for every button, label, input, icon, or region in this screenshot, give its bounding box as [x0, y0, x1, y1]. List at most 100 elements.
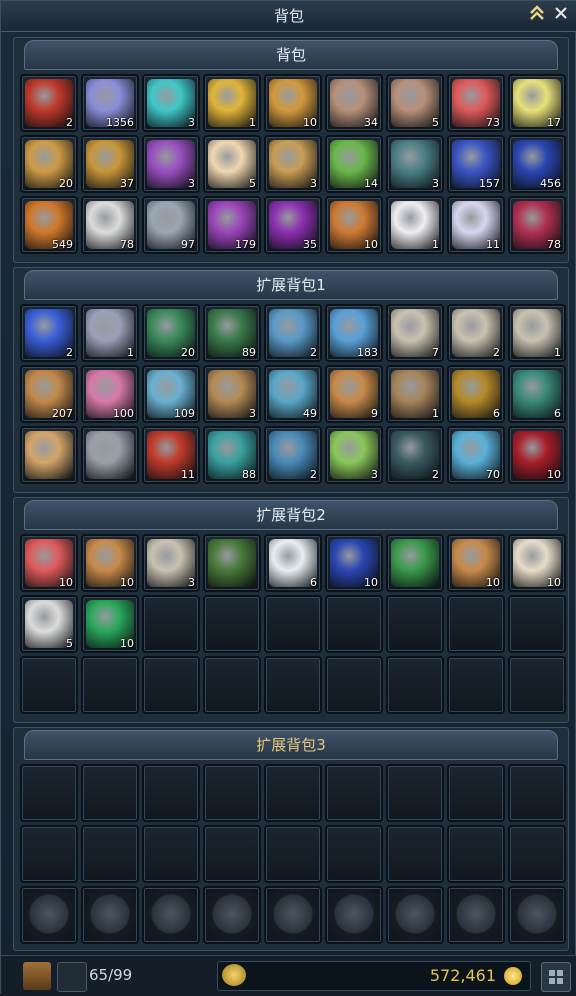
item-slot[interactable]: 207: [20, 365, 78, 423]
item-slot[interactable]: 2: [20, 304, 78, 362]
empty-slot[interactable]: [142, 656, 200, 714]
empty-slot[interactable]: [386, 656, 444, 714]
empty-slot[interactable]: [386, 764, 444, 822]
empty-slot[interactable]: [203, 595, 261, 653]
item-slot[interactable]: 2: [264, 304, 322, 362]
section-title[interactable]: 扩展背包2: [24, 500, 558, 530]
item-slot[interactable]: 10: [264, 74, 322, 132]
item-slot[interactable]: 17: [508, 74, 566, 132]
title-bar[interactable]: 背包: [1, 1, 576, 32]
item-slot[interactable]: 78: [508, 196, 566, 254]
item-slot[interactable]: 88: [203, 426, 261, 484]
empty-slot[interactable]: [386, 595, 444, 653]
empty-slot[interactable]: [20, 825, 78, 883]
item-slot[interactable]: 20: [142, 304, 200, 362]
item-slot[interactable]: 70: [447, 426, 505, 484]
section-title[interactable]: 背包: [24, 40, 558, 70]
empty-slot[interactable]: [508, 656, 566, 714]
item-slot[interactable]: 179: [203, 196, 261, 254]
locked-slot[interactable]: [508, 886, 566, 944]
item-slot[interactable]: 10: [325, 534, 383, 592]
empty-slot[interactable]: [264, 656, 322, 714]
empty-slot[interactable]: [20, 656, 78, 714]
locked-slot[interactable]: [81, 886, 139, 944]
item-slot[interactable]: 100: [81, 365, 139, 423]
item-slot[interactable]: 1: [386, 196, 444, 254]
locked-slot[interactable]: [325, 886, 383, 944]
item-slot[interactable]: 6: [447, 365, 505, 423]
section-title[interactable]: 扩展背包1: [24, 270, 558, 300]
item-slot[interactable]: 3: [142, 534, 200, 592]
item-slot[interactable]: 2: [447, 304, 505, 362]
item-slot[interactable]: [20, 426, 78, 484]
item-slot[interactable]: 183: [325, 304, 383, 362]
item-slot[interactable]: 109: [142, 365, 200, 423]
locked-slot[interactable]: [386, 886, 444, 944]
item-slot[interactable]: 5: [203, 135, 261, 193]
item-slot[interactable]: 89: [203, 304, 261, 362]
item-slot[interactable]: [203, 534, 261, 592]
empty-slot[interactable]: [386, 825, 444, 883]
item-slot[interactable]: 11: [447, 196, 505, 254]
item-slot[interactable]: 10: [508, 534, 566, 592]
empty-slot[interactable]: [325, 656, 383, 714]
item-slot[interactable]: 20: [20, 135, 78, 193]
item-slot[interactable]: 1356: [81, 74, 139, 132]
item-slot[interactable]: 37: [81, 135, 139, 193]
empty-slot[interactable]: [325, 825, 383, 883]
item-slot[interactable]: 1: [508, 304, 566, 362]
locked-slot[interactable]: [142, 886, 200, 944]
empty-slot[interactable]: [81, 656, 139, 714]
item-slot[interactable]: 3: [325, 426, 383, 484]
item-slot[interactable]: 73: [447, 74, 505, 132]
locked-slot[interactable]: [447, 886, 505, 944]
empty-slot[interactable]: [508, 825, 566, 883]
item-slot[interactable]: 157: [447, 135, 505, 193]
item-slot[interactable]: 3: [142, 74, 200, 132]
item-slot[interactable]: 10: [81, 595, 139, 653]
item-slot[interactable]: 97: [142, 196, 200, 254]
item-slot[interactable]: 1: [81, 304, 139, 362]
empty-slot[interactable]: [81, 825, 139, 883]
empty-slot[interactable]: [203, 656, 261, 714]
item-slot[interactable]: 11: [142, 426, 200, 484]
locked-slot[interactable]: [264, 886, 322, 944]
empty-slot[interactable]: [81, 764, 139, 822]
item-slot[interactable]: 7: [386, 304, 444, 362]
empty-slot[interactable]: [203, 825, 261, 883]
double-chevron-up-icon[interactable]: [527, 4, 547, 26]
empty-slot[interactable]: [142, 764, 200, 822]
item-slot[interactable]: 10: [325, 196, 383, 254]
grid-menu-icon[interactable]: [541, 962, 571, 992]
empty-slot[interactable]: [325, 595, 383, 653]
item-slot[interactable]: 6: [264, 534, 322, 592]
item-slot[interactable]: 10: [447, 534, 505, 592]
locked-slot[interactable]: [203, 886, 261, 944]
item-slot[interactable]: 78: [81, 196, 139, 254]
locked-slot[interactable]: [20, 886, 78, 944]
item-slot[interactable]: 5: [20, 595, 78, 653]
empty-slot[interactable]: [447, 595, 505, 653]
item-slot[interactable]: [81, 426, 139, 484]
item-slot[interactable]: 35: [264, 196, 322, 254]
section-title[interactable]: 扩展背包3: [24, 730, 558, 760]
empty-slot[interactable]: [264, 825, 322, 883]
item-slot[interactable]: 1: [386, 365, 444, 423]
empty-slot[interactable]: [508, 764, 566, 822]
item-slot[interactable]: 9: [325, 365, 383, 423]
item-slot[interactable]: 549: [20, 196, 78, 254]
item-slot[interactable]: 456: [508, 135, 566, 193]
bag-slot-icon[interactable]: [57, 962, 87, 992]
item-slot[interactable]: 3: [386, 135, 444, 193]
item-slot[interactable]: 10: [508, 426, 566, 484]
item-slot[interactable]: 34: [325, 74, 383, 132]
item-slot[interactable]: 2: [264, 426, 322, 484]
item-slot[interactable]: [386, 534, 444, 592]
empty-slot[interactable]: [142, 595, 200, 653]
empty-slot[interactable]: [325, 764, 383, 822]
item-slot[interactable]: 6: [508, 365, 566, 423]
item-slot[interactable]: 5: [386, 74, 444, 132]
close-icon[interactable]: [551, 4, 571, 26]
empty-slot[interactable]: [447, 764, 505, 822]
item-slot[interactable]: 10: [20, 534, 78, 592]
